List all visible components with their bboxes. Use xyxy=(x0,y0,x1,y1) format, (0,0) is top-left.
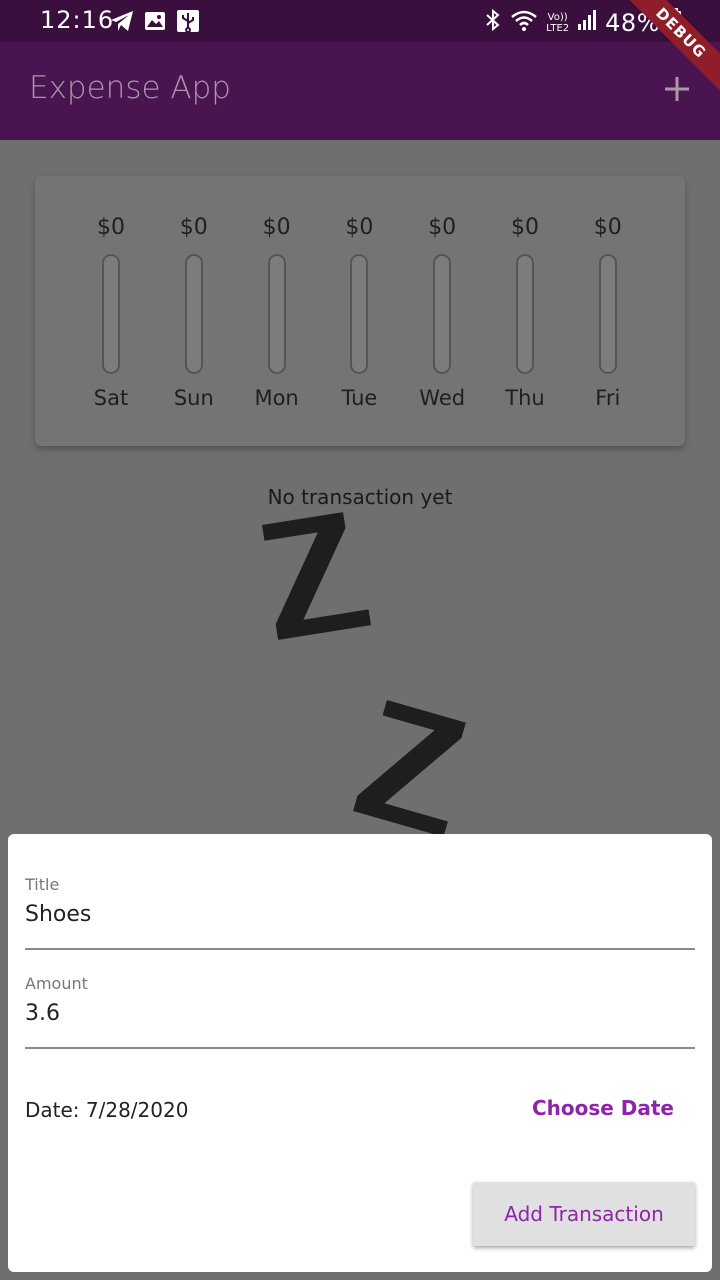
add-transaction-sheet: Title Amount Date: 7/28/2020 Choose Date… xyxy=(8,834,712,1272)
volte-label: Vo)) xyxy=(547,12,568,23)
add-transaction-button[interactable]: Add Transaction xyxy=(473,1182,695,1246)
title-field-label: Title xyxy=(25,875,60,894)
status-bar: 12:16 Vo)) LTE2 48% xyxy=(0,0,720,42)
title-input[interactable] xyxy=(25,898,695,930)
selected-date-text: Date: 7/28/2020 xyxy=(25,1098,189,1122)
status-time: 12:16 xyxy=(40,6,115,34)
amount-field-label: Amount xyxy=(25,974,88,993)
zzz-sleep-image xyxy=(262,512,466,837)
title-field-underline xyxy=(25,948,695,950)
signal-icon xyxy=(577,9,597,37)
wifi-icon xyxy=(510,9,538,37)
plus-icon[interactable] xyxy=(662,74,692,104)
amount-field-underline xyxy=(25,1047,695,1049)
choose-date-button[interactable]: Choose Date xyxy=(532,1096,674,1120)
app-bar: Expense App xyxy=(0,42,720,140)
app-title: Expense App xyxy=(29,70,231,106)
amount-input[interactable] xyxy=(25,997,695,1029)
image-icon xyxy=(143,9,167,33)
lte-label: LTE2 xyxy=(546,23,570,34)
bluetooth-icon xyxy=(484,8,502,38)
volte-indicator: Vo)) LTE2 xyxy=(546,12,569,34)
usb-icon xyxy=(175,9,201,33)
telegram-icon xyxy=(108,9,136,33)
